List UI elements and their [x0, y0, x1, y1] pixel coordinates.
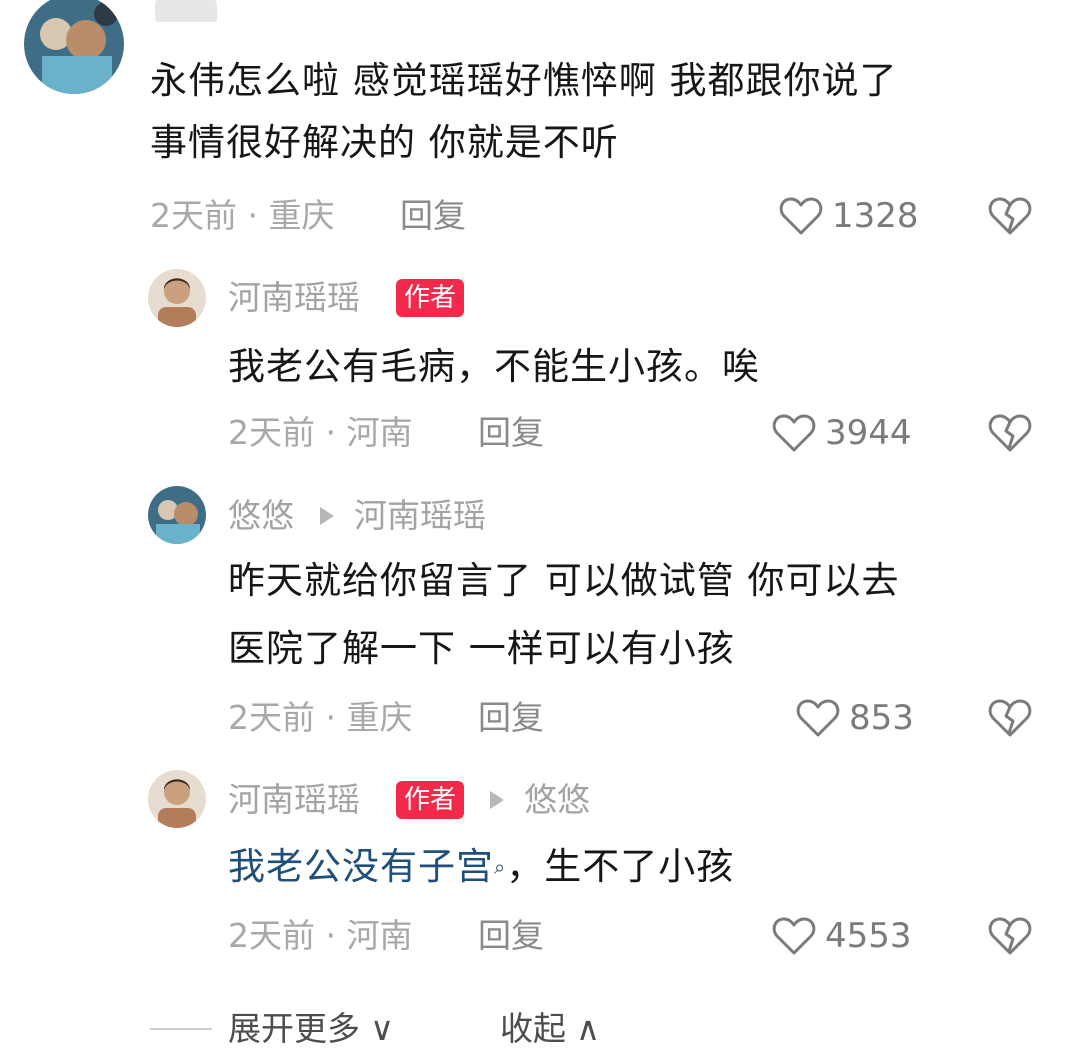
reply-meta: 2天前 · 河南: [228, 916, 413, 955]
expand-more-button[interactable]: 展开更多 ∨: [228, 1012, 394, 1045]
avatar[interactable]: [148, 486, 206, 544]
broken-heart-icon[interactable]: [988, 916, 1032, 956]
chevron-down-icon: ∨: [370, 1009, 395, 1048]
reply-text-line: 昨天就给你留言了 可以做试管 你可以去: [228, 559, 900, 602]
reply-text-rest: ，生不了小孩: [506, 845, 735, 888]
comment-meta: 2天前 · 重庆: [150, 196, 335, 235]
reply-to-arrow-icon: [490, 791, 504, 809]
avatar[interactable]: [148, 770, 206, 828]
commenter-name-placeholder: [155, 0, 217, 22]
avatar[interactable]: [148, 269, 206, 327]
author-badge: 作者: [396, 279, 465, 317]
search-icon[interactable]: ⌕: [494, 855, 506, 879]
search-link[interactable]: 我老公没有子宫: [228, 845, 494, 888]
reply-text: 我老公没有子宫⌕，生不了小孩: [228, 836, 734, 898]
like-count: 853: [849, 698, 914, 738]
reply-button[interactable]: 回复: [478, 701, 544, 734]
like-count: 4553: [825, 916, 912, 956]
broken-heart-icon[interactable]: [988, 413, 1032, 453]
heart-outline-icon[interactable]: [772, 916, 816, 956]
reply-text-line: 医院了解一下 一样可以有小孩: [228, 627, 735, 670]
reply-text: 昨天就给你留言了 可以做试管 你可以去 医院了解一下 一样可以有小孩: [228, 550, 900, 680]
reply-button[interactable]: 回复: [478, 919, 544, 952]
reply-text: 我老公有毛病，不能生小孩。唉: [228, 345, 760, 388]
replier-name[interactable]: 河南瑶瑶: [228, 783, 360, 816]
heart-outline-icon[interactable]: [772, 413, 816, 453]
avatar[interactable]: [24, 0, 124, 94]
like-count: 3944: [825, 413, 912, 453]
comment-text: 永伟怎么啦 感觉瑶瑶好憔悴啊 我都跟你说了 事情很好解决的 你就是不听: [150, 50, 898, 174]
reply-to-arrow-icon: [320, 507, 334, 525]
reply-meta: 2天前 · 河南: [228, 413, 413, 452]
collapse-button[interactable]: 收起 ∧: [500, 1012, 600, 1045]
reply-button[interactable]: 回复: [400, 199, 466, 232]
comment-text-line: 永伟怎么啦 感觉瑶瑶好憔悴啊 我都跟你说了: [150, 59, 898, 102]
collapse-label: 收起: [500, 1009, 566, 1048]
comment-text-line: 事情很好解决的 你就是不听: [150, 121, 619, 164]
replier-name[interactable]: 河南瑶瑶: [228, 281, 360, 314]
expand-more-label: 展开更多: [228, 1009, 360, 1048]
reply-to-name[interactable]: 河南瑶瑶: [354, 499, 486, 532]
reply-button[interactable]: 回复: [478, 416, 544, 449]
divider: [150, 1028, 212, 1030]
chevron-up-icon: ∧: [576, 1009, 601, 1048]
author-badge: 作者: [396, 781, 465, 819]
heart-outline-icon[interactable]: [779, 196, 823, 236]
reply-to-name[interactable]: 悠悠: [524, 783, 590, 816]
replier-name[interactable]: 悠悠: [228, 499, 294, 532]
heart-outline-icon[interactable]: [796, 698, 840, 738]
like-count: 1328: [832, 196, 919, 236]
broken-heart-icon[interactable]: [988, 698, 1032, 738]
broken-heart-icon[interactable]: [988, 196, 1032, 236]
reply-meta: 2天前 · 重庆: [228, 698, 413, 737]
